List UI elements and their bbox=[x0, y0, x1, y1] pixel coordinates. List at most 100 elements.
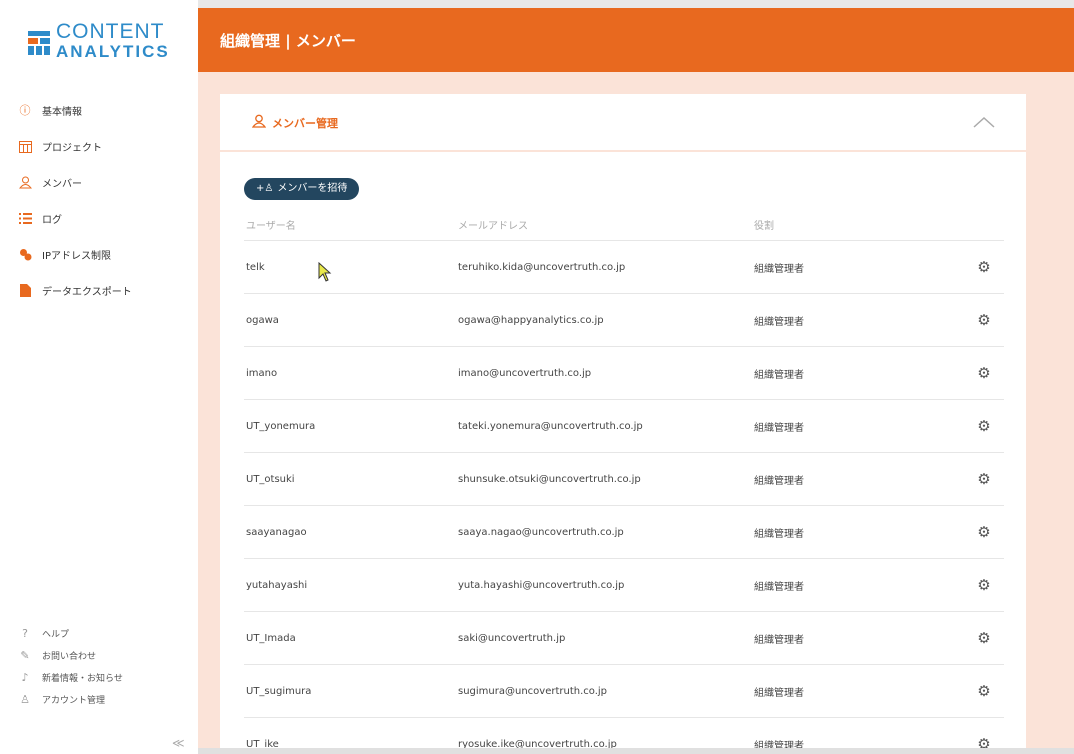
sidebar-item-contact[interactable]: ✎ お問い合わせ bbox=[0, 644, 198, 666]
sidebar-item-label: IPアドレス制限 bbox=[42, 250, 111, 262]
list-icon bbox=[18, 211, 32, 225]
sidebar-item-label: アカウント管理 bbox=[42, 695, 106, 706]
cell-role: 組織管理者 bbox=[754, 316, 804, 328]
calendar-icon bbox=[18, 139, 32, 153]
cell-email: yuta.hayashi@uncovertruth.co.jp bbox=[458, 579, 625, 591]
page-title: 組織管理 | メンバー bbox=[220, 32, 356, 50]
column-header-role: 役割 bbox=[754, 220, 774, 232]
sidebar-item-label: 新着情報・お知らせ bbox=[42, 673, 123, 684]
add-user-icon: +♙ bbox=[256, 183, 274, 194]
export-icon bbox=[18, 283, 32, 297]
gear-icon[interactable]: ⚙ bbox=[964, 629, 1004, 647]
members-icon bbox=[251, 114, 267, 132]
cell-email: imano@uncovertruth.co.jp bbox=[458, 367, 592, 379]
sidebar-item-label: 基本情報 bbox=[42, 106, 82, 118]
sidebar-item-projects[interactable]: プロジェクト bbox=[0, 128, 198, 164]
sidebar-item-data-export[interactable]: データエクスポート bbox=[0, 272, 198, 308]
sidebar-item-news[interactable]: ♪ 新着情報・お知らせ bbox=[0, 666, 198, 688]
card-title-label: メンバー管理 bbox=[272, 117, 338, 130]
cell-email: shunsuke.otsuki@uncovertruth.co.jp bbox=[458, 473, 641, 485]
horizontal-scrollbar[interactable] bbox=[198, 748, 1074, 754]
sidebar-item-label: ヘルプ bbox=[42, 629, 70, 640]
cell-role: 組織管理者 bbox=[754, 687, 804, 699]
cell-username: imano bbox=[246, 367, 278, 379]
sidebar-item-members[interactable]: メンバー bbox=[0, 164, 198, 200]
table-row: telk teruhiko.kida@uncovertruth.co.jp 組織… bbox=[244, 241, 1004, 294]
cell-email: sugimura@uncovertruth.co.jp bbox=[458, 685, 608, 697]
card-title: メンバー管理 bbox=[251, 114, 338, 132]
gear-icon[interactable]: ⚙ bbox=[964, 417, 1004, 435]
gear-icon[interactable]: ⚙ bbox=[964, 364, 1004, 382]
help-icon: ? bbox=[22, 626, 28, 640]
chevron-up-icon bbox=[973, 116, 995, 128]
cell-email: saki@uncovertruth.jp bbox=[458, 632, 566, 644]
table-row: saayanagao saaya.nagao@uncovertruth.co.j… bbox=[244, 506, 1004, 559]
sidebar-item-label: プロジェクト bbox=[42, 142, 102, 154]
sidebar-bottom-nav: ? ヘルプ ✎ お問い合わせ ♪ 新着情報・お知らせ ♙ アカウント管理 bbox=[0, 622, 198, 710]
cell-username: telk bbox=[246, 261, 265, 273]
invite-member-button[interactable]: +♙ メンバーを招待 bbox=[244, 178, 360, 200]
cell-role: 組織管理者 bbox=[754, 581, 804, 593]
cell-role: 組織管理者 bbox=[754, 422, 804, 434]
gear-icon[interactable]: ⚙ bbox=[964, 682, 1004, 700]
ip-restriction-icon bbox=[18, 247, 32, 261]
table-row: yutahayashi yuta.hayashi@uncovertruth.co… bbox=[244, 559, 1004, 612]
collapse-sidebar-button[interactable]: ≪ bbox=[172, 736, 185, 750]
table-header: ユーザー名 メールアドレス 役割 bbox=[244, 208, 1004, 241]
cell-username: UT_yonemura bbox=[246, 420, 316, 432]
collapse-card-button[interactable] bbox=[972, 110, 996, 134]
gear-icon[interactable]: ⚙ bbox=[964, 523, 1004, 541]
column-header-username: ユーザー名 bbox=[246, 220, 296, 232]
mouse-cursor-icon bbox=[318, 262, 332, 282]
main-content: メンバー管理 +♙ メンバーを招待 ユーザー名 メールアドレス 役割 telk … bbox=[198, 72, 1074, 754]
sidebar-item-label: お問い合わせ bbox=[42, 651, 97, 662]
cell-username: UT_otsuki bbox=[246, 473, 295, 485]
invite-member-label: メンバーを招待 bbox=[277, 183, 348, 194]
cell-email: saaya.nagao@uncovertruth.co.jp bbox=[458, 526, 624, 538]
members-card: メンバー管理 +♙ メンバーを招待 ユーザー名 メールアドレス 役割 telk … bbox=[220, 94, 1026, 754]
cell-email: tateki.yonemura@uncovertruth.co.jp bbox=[458, 420, 643, 432]
sidebar: CONTENT ANALYTICS ⓘ 基本情報 プロジェクト メンバー ログ … bbox=[0, 0, 199, 754]
gear-icon[interactable]: ⚙ bbox=[964, 258, 1004, 276]
contact-icon: ✎ bbox=[20, 648, 30, 662]
gear-icon[interactable]: ⚙ bbox=[964, 576, 1004, 594]
sidebar-item-basic-info[interactable]: ⓘ 基本情報 bbox=[0, 92, 198, 128]
app-window: CONTENT ANALYTICS ⓘ 基本情報 プロジェクト メンバー ログ … bbox=[0, 0, 1074, 754]
brand-line1: CONTENT bbox=[56, 20, 165, 43]
table-row: ogawa ogawa@happyanalytics.co.jp 組織管理者 ⚙ bbox=[244, 294, 1004, 347]
sidebar-item-log[interactable]: ログ bbox=[0, 200, 198, 236]
sidebar-item-help[interactable]: ? ヘルプ bbox=[0, 622, 198, 644]
members-table: ユーザー名 メールアドレス 役割 telk teruhiko.kida@unco… bbox=[244, 208, 1004, 754]
cell-username: ogawa bbox=[246, 314, 279, 326]
logo-mark-icon bbox=[28, 27, 50, 57]
table-row: UT_sugimura sugimura@uncovertruth.co.jp … bbox=[244, 665, 1004, 718]
bell-icon: ♪ bbox=[21, 670, 29, 684]
account-icon: ♙ bbox=[20, 692, 30, 706]
sidebar-item-label: データエクスポート bbox=[42, 286, 132, 298]
sidebar-item-label: ログ bbox=[42, 214, 62, 226]
column-header-email: メールアドレス bbox=[458, 220, 528, 232]
sidebar-nav: ⓘ 基本情報 プロジェクト メンバー ログ IPアドレス制限 データエクスポート bbox=[0, 92, 198, 308]
cell-username: UT_sugimura bbox=[246, 685, 312, 697]
gear-icon[interactable]: ⚙ bbox=[964, 470, 1004, 488]
gear-icon[interactable]: ⚙ bbox=[964, 311, 1004, 329]
cell-role: 組織管理者 bbox=[754, 369, 804, 381]
cell-role: 組織管理者 bbox=[754, 263, 804, 275]
logo: CONTENT ANALYTICS bbox=[28, 20, 170, 62]
brand-line2: ANALYTICS bbox=[56, 42, 170, 61]
cell-email: ogawa@happyanalytics.co.jp bbox=[458, 314, 604, 326]
page-header: 組織管理 | メンバー bbox=[198, 8, 1074, 72]
cell-role: 組織管理者 bbox=[754, 528, 804, 540]
cell-username: saayanagao bbox=[246, 526, 307, 538]
cell-role: 組織管理者 bbox=[754, 475, 804, 487]
table-row: imano imano@uncovertruth.co.jp 組織管理者 ⚙ bbox=[244, 347, 1004, 400]
top-border bbox=[198, 0, 1074, 8]
sidebar-item-label: メンバー bbox=[42, 178, 82, 190]
table-row: UT_yonemura tateki.yonemura@uncovertruth… bbox=[244, 400, 1004, 453]
sidebar-item-ip-restriction[interactable]: IPアドレス制限 bbox=[0, 236, 198, 272]
sidebar-item-account[interactable]: ♙ アカウント管理 bbox=[0, 688, 198, 710]
card-header: メンバー管理 bbox=[220, 94, 1026, 152]
table-row: UT_Imada saki@uncovertruth.jp 組織管理者 ⚙ bbox=[244, 612, 1004, 665]
cell-role: 組織管理者 bbox=[754, 634, 804, 646]
info-icon: ⓘ bbox=[19, 104, 31, 117]
